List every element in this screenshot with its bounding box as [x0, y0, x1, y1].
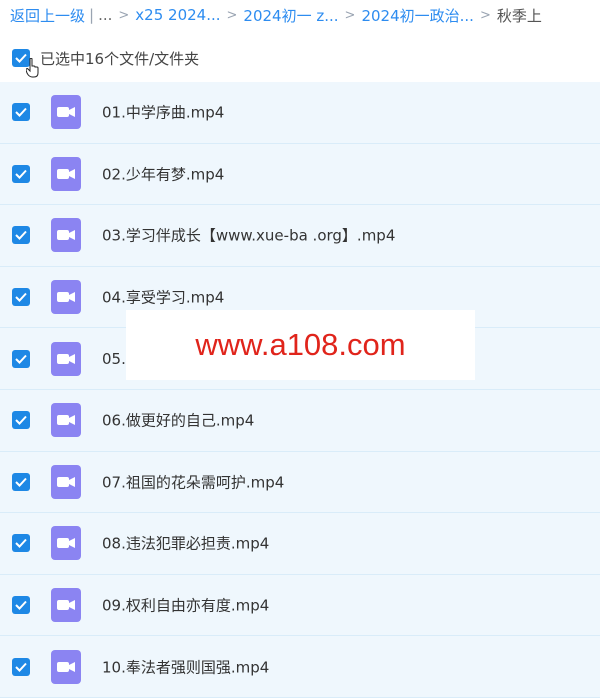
- hand-cursor-icon: [26, 58, 39, 78]
- file-row[interactable]: 08.违法犯罪必担责.mp4: [0, 513, 600, 575]
- video-file-icon: [51, 156, 81, 191]
- chevron-right-icon: >: [479, 7, 491, 23]
- video-file-icon: [51, 649, 81, 684]
- video-file-icon: [51, 526, 81, 561]
- file-row[interactable]: 10.奉法者强则国强.mp4: [0, 636, 600, 698]
- select-all-bar: 已选中16个文件/文件夹: [0, 40, 600, 78]
- file-checkbox[interactable]: [12, 411, 30, 430]
- breadcrumb-divider: |: [89, 6, 95, 24]
- breadcrumb-back-link[interactable]: 返回上一级: [10, 5, 85, 26]
- breadcrumb-current: 秋季上: [496, 6, 542, 25]
- file-name[interactable]: 08.违法犯罪必担责.mp4: [102, 533, 269, 554]
- file-checkbox[interactable]: [12, 103, 30, 122]
- check-icon: [15, 600, 27, 610]
- file-checkbox[interactable]: [12, 534, 30, 553]
- file-row[interactable]: 03.学习伴成长【www.xue-ba .org】.mp4: [0, 205, 600, 267]
- breadcrumb: 返回上一级 | ... > x25 2024... > 2024初一 z... …: [0, 0, 600, 30]
- file-name[interactable]: 03.学习伴成长【www.xue-ba .org】.mp4: [102, 225, 395, 246]
- file-row[interactable]: 06.做更好的自己.mp4: [0, 389, 600, 452]
- file-list: 01.中学序曲.mp4 02.少年有梦.mp4 03.学习伴成长【www.xue-b…: [0, 82, 600, 698]
- chevron-right-icon: >: [226, 7, 238, 23]
- video-file-icon: [51, 218, 81, 253]
- file-row[interactable]: 07.祖国的花朵需呵护.mp4: [0, 451, 600, 514]
- breadcrumb-item[interactable]: 2024初一政治...: [361, 5, 473, 26]
- video-file-icon: [51, 403, 81, 438]
- check-icon: [15, 539, 27, 549]
- file-name[interactable]: 04.享受学习.mp4: [102, 287, 224, 308]
- watermark: www.a108.com: [126, 310, 475, 380]
- video-file-icon: [51, 588, 81, 623]
- video-file-icon: [51, 280, 81, 315]
- chevron-right-icon: >: [344, 7, 356, 23]
- file-checkbox[interactable]: [12, 288, 30, 307]
- check-icon: [15, 169, 27, 179]
- breadcrumb-item[interactable]: x25 2024...: [135, 6, 220, 24]
- file-name[interactable]: 06.做更好的自己.mp4: [102, 410, 254, 431]
- check-icon: [15, 662, 27, 672]
- file-name[interactable]: 05.: [102, 350, 126, 368]
- file-row[interactable]: 01.中学序曲.mp4: [0, 82, 600, 144]
- check-icon: [15, 108, 27, 118]
- file-row[interactable]: 09.权利自由亦有度.mp4: [0, 574, 600, 637]
- chevron-right-icon: >: [118, 7, 130, 23]
- file-checkbox[interactable]: [12, 596, 30, 615]
- video-file-icon: [51, 464, 81, 499]
- file-name[interactable]: 07.祖国的花朵需呵护.mp4: [102, 471, 284, 492]
- file-name[interactable]: 01.中学序曲.mp4: [102, 102, 224, 123]
- video-file-icon: [51, 95, 81, 130]
- check-icon: [15, 292, 27, 303]
- file-checkbox[interactable]: [12, 226, 30, 245]
- breadcrumb-item[interactable]: 2024初一 z...: [243, 5, 338, 26]
- video-file-icon: [51, 341, 81, 376]
- file-row[interactable]: 02.少年有梦.mp4: [0, 143, 600, 206]
- file-name[interactable]: 10.奉法者强则国强.mp4: [102, 656, 269, 677]
- breadcrumb-ellipsis[interactable]: ...: [98, 6, 112, 24]
- check-icon: [15, 231, 27, 241]
- check-icon: [15, 416, 27, 426]
- file-checkbox[interactable]: [12, 349, 30, 368]
- file-name[interactable]: 09.权利自由亦有度.mp4: [102, 595, 269, 616]
- file-name[interactable]: 02.少年有梦.mp4: [102, 163, 224, 184]
- selection-count-label: 已选中16个文件/文件夹: [40, 49, 200, 68]
- file-checkbox[interactable]: [12, 472, 30, 491]
- file-checkbox[interactable]: [12, 657, 30, 676]
- check-icon: [15, 477, 27, 487]
- check-icon: [15, 354, 27, 364]
- file-checkbox[interactable]: [12, 164, 30, 183]
